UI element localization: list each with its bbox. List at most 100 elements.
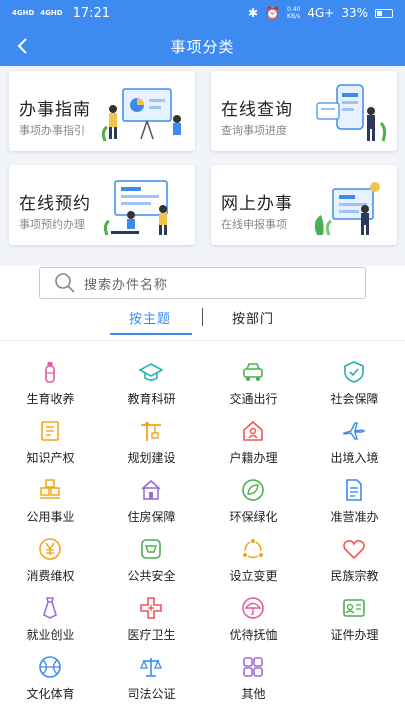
grid-icon [243,657,263,677]
document-icon [346,479,362,501]
category-item[interactable]: 医疗卫生 [101,596,202,646]
category-item[interactable]: 社会保障 [304,360,405,410]
yen-coin-icon [39,538,61,560]
card-appointment[interactable]: 在线预约 事项预约办理 [9,165,195,245]
battery-icon [375,8,393,18]
category-label: 出境入境 [330,451,379,465]
card-query[interactable]: 在线查询 查询事项进度 [211,71,397,151]
category-label: 文化体育 [26,687,75,701]
category-label: 社会保障 [330,392,379,406]
category-label: 就业创业 [26,628,75,642]
network-indicator-1: 4GHD [12,8,35,17]
battery-percentage: 33% [341,6,368,20]
umbrella-icon [242,597,264,619]
signal-type: 4G+ [307,6,335,20]
online-application-illustration-icon [314,182,380,236]
category-item[interactable]: 文化体育 [0,655,101,705]
category-label: 消费维权 [26,569,75,583]
id-card-icon [343,599,365,617]
baby-bottle-icon [45,362,55,383]
search-placeholder: 搜索办件名称 [84,277,169,293]
category-label: 司法公证 [127,687,176,701]
tab-by-department[interactable]: 按部门 [232,308,274,327]
category-item[interactable]: 证件办理 [304,596,405,646]
category-label: 户籍办理 [229,451,278,465]
tab-divider [202,308,203,326]
category-item[interactable]: 优待抚恤 [203,596,304,646]
airplane-icon [343,422,366,440]
clock: 17:21 [72,5,111,21]
search-icon [55,273,75,293]
category-item[interactable]: 公用事业 [0,478,101,528]
category-item[interactable]: 准营准办 [304,478,405,528]
divider [0,340,405,341]
network-speed: 0.40 KB/s [287,6,300,20]
back-arrow-icon[interactable] [12,34,34,58]
medical-cross-icon [140,597,162,619]
category-label: 医疗卫生 [127,628,176,642]
category-label: 住房保障 [127,510,176,524]
category-label: 其他 [241,687,266,701]
card-online-service-subtitle: 在线申报事项 [221,218,287,231]
category-item[interactable]: 出境入境 [304,419,405,469]
card-query-subtitle: 查询事项进度 [221,124,287,137]
leaf-icon [242,479,264,501]
cycle-icon [243,539,263,559]
nav-bar: 事项分类 [0,26,405,66]
certificate-icon [41,421,59,441]
network-indicator-2: 4GHD [40,8,63,17]
bluetooth-icon: ✱ [247,6,259,20]
category-item[interactable]: 环保绿化 [203,478,304,528]
card-guide[interactable]: 办事指南 事项办事指引 [9,71,195,151]
card-guide-title: 办事指南 [19,100,91,120]
category-label: 准营准办 [330,510,379,524]
category-item[interactable]: 民族宗教 [304,537,405,587]
category-label: 公共安全 [127,569,176,583]
category-label: 民族宗教 [330,569,379,583]
category-item[interactable]: 交通出行 [203,360,304,410]
category-item[interactable]: 设立变更 [203,537,304,587]
card-online-service[interactable]: 网上办事 在线申报事项 [211,165,397,245]
category-label: 设立变更 [229,569,278,583]
card-appointment-title: 在线预约 [19,194,91,214]
presentation-illustration-icon [101,88,181,142]
network-speed-unit: KB/s [287,13,301,20]
category-item[interactable]: 司法公证 [101,655,202,705]
category-item[interactable]: 住房保障 [101,478,202,528]
status-bar: 4GHD 4GHD 17:21 ✱ ⏰ 0.40 KB/s 4G+ 33% [0,0,405,26]
card-online-service-title: 网上办事 [221,194,293,214]
phone-illustration-icon [316,84,387,142]
tab-by-theme[interactable]: 按主题 [129,308,171,327]
category-label: 知识产权 [26,451,75,465]
category-item[interactable]: 公共安全 [101,537,202,587]
category-label: 环保绿化 [229,510,278,524]
security-badge-icon [141,539,161,559]
category-label: 优待抚恤 [229,628,278,642]
category-label: 交通出行 [229,392,278,406]
shield-icon [344,361,364,383]
category-item[interactable]: 知识产权 [0,419,101,469]
scales-icon [140,658,162,677]
ball-icon [39,656,61,678]
card-guide-subtitle: 事项办事指引 [19,124,85,137]
house-user-icon [243,420,263,441]
car-icon [243,363,263,381]
construction-icon [141,421,161,441]
category-item[interactable]: 户籍办理 [203,419,304,469]
alarm-icon: ⏰ [265,6,280,20]
category-item[interactable]: 其他 [203,655,304,705]
category-label: 规划建设 [127,451,176,465]
category-item[interactable]: 就业创业 [0,596,101,646]
active-tab-underline [110,333,192,335]
page-title: 事项分类 [170,37,235,56]
category-item[interactable]: 规划建设 [101,419,202,469]
tab-bar: 按主题 按部门 [0,300,405,336]
search-input[interactable]: 搜索办件名称 [39,267,366,299]
card-appointment-subtitle: 事项预约办理 [19,218,85,231]
category-label: 证件办理 [330,628,379,642]
category-item[interactable]: 生育收养 [0,360,101,410]
category-item[interactable]: 消费维权 [0,537,101,587]
boxes-icon [40,479,60,499]
network-speed-value: 0.40 [286,6,301,13]
category-item[interactable]: 教育科研 [101,360,202,410]
